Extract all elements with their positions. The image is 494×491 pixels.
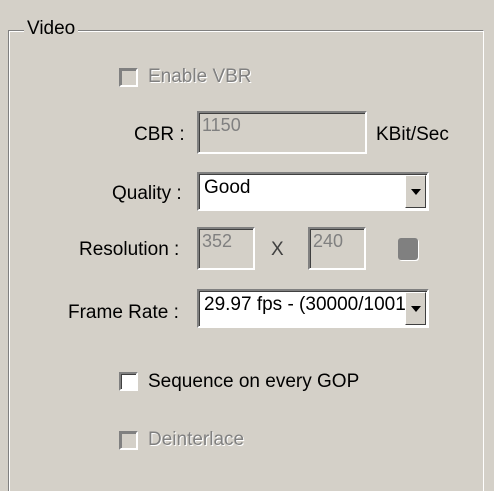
resolution-label: Resolution : bbox=[79, 239, 180, 260]
cbr-unit-label: KBit/Sec bbox=[376, 124, 449, 145]
resolution-height-input[interactable]: 240 bbox=[308, 227, 366, 270]
deinterlace-label: Deinterlace bbox=[148, 429, 245, 450]
quality-label: Quality : bbox=[112, 183, 182, 204]
frame-rate-selected-value: 29.97 fps - (30000/1001) bbox=[204, 294, 413, 315]
quality-select[interactable]: Good bbox=[197, 172, 429, 211]
enable-vbr-label: Enable VBR bbox=[148, 66, 252, 87]
resolution-lock-button[interactable] bbox=[398, 238, 418, 260]
quality-selected-value: Good bbox=[204, 177, 251, 198]
video-group-title: Video bbox=[24, 18, 79, 40]
sequence-gop-checkbox[interactable] bbox=[119, 372, 138, 391]
frame-rate-label: Frame Rate : bbox=[68, 302, 179, 323]
enable-vbr-checkbox[interactable] bbox=[119, 68, 138, 87]
quality-dropdown-button[interactable] bbox=[405, 175, 426, 208]
resolution-width-input[interactable]: 352 bbox=[197, 227, 255, 270]
chevron-down-icon bbox=[410, 305, 421, 312]
frame-rate-select[interactable]: 29.97 fps - (30000/1001) bbox=[197, 289, 429, 328]
deinterlace-checkbox[interactable] bbox=[119, 431, 138, 450]
cbr-input[interactable]: 1150 bbox=[197, 111, 367, 154]
frame-rate-dropdown-button[interactable] bbox=[405, 292, 426, 325]
chevron-down-icon bbox=[410, 188, 421, 195]
cbr-label: CBR : bbox=[134, 124, 185, 145]
resolution-separator: X bbox=[271, 239, 284, 260]
sequence-gop-label: Sequence on every GOP bbox=[148, 371, 360, 392]
